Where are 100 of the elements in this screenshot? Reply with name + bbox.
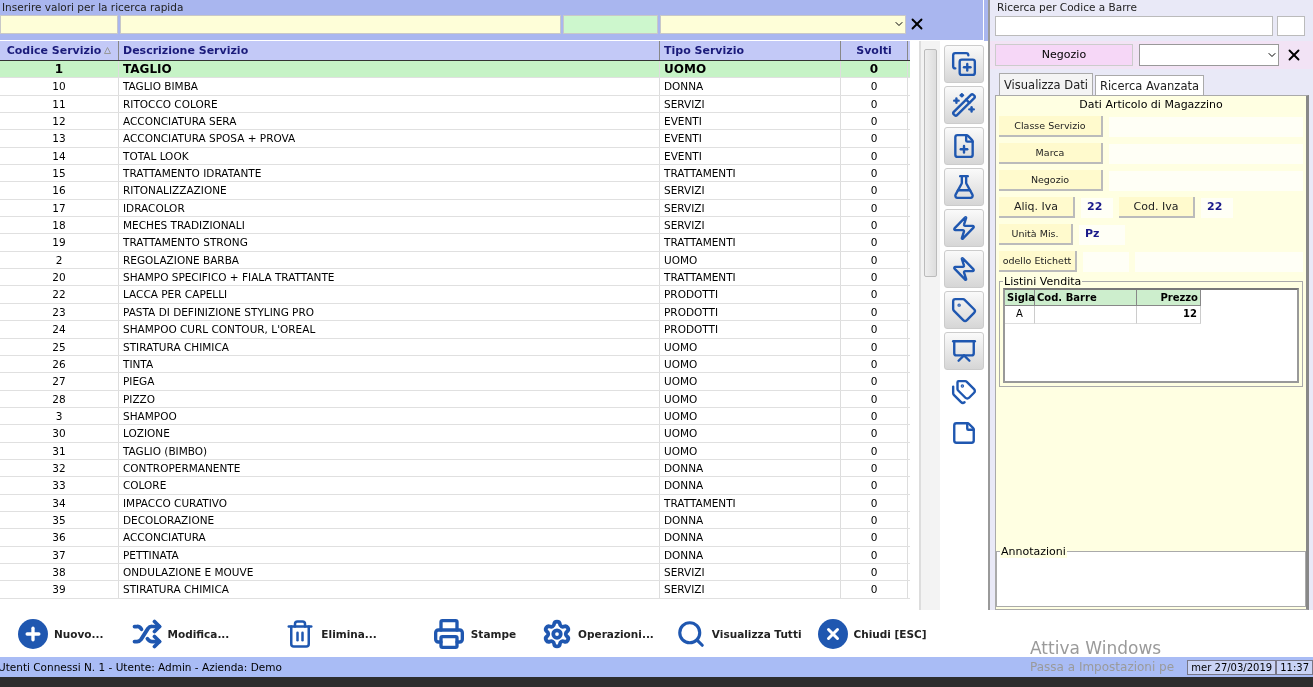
table-cell: 0	[841, 563, 908, 581]
table-row[interactable]: 27 PIEGA UOMO 0	[0, 373, 910, 391]
lightning-icon	[951, 215, 977, 241]
tool-button[interactable]	[944, 127, 984, 165]
table-cell: SHAMPOO	[119, 407, 660, 425]
tool-button[interactable]	[944, 209, 984, 247]
tab[interactable]: Ricerca Avanzata	[1094, 75, 1204, 95]
activation-title: Attiva Windows	[1030, 638, 1163, 658]
table-row[interactable]: 10 TAGLIO BIMBA DONNA 0	[0, 78, 910, 96]
column-header[interactable]: Codice Servizio	[0, 41, 119, 60]
column-header[interactable]: Tipo Servizio	[660, 41, 841, 60]
column-header[interactable]: Svolti	[841, 41, 908, 60]
field-label[interactable]: Negozio	[999, 170, 1103, 191]
table-cell: 38	[0, 563, 119, 581]
description-filter-field[interactable]	[120, 14, 561, 34]
table-cell: TRATTAMENTI	[660, 269, 841, 286]
value-field[interactable]: 22	[1201, 197, 1233, 218]
shop-label: Negozio	[995, 44, 1133, 66]
table-row[interactable]: 18 MECHES TRADIZIONALI SERVIZI 0	[0, 217, 910, 235]
table-cell: 20	[0, 269, 119, 286]
table-cell: 0	[841, 78, 908, 95]
field-label[interactable]: Marca	[999, 143, 1103, 164]
value-field[interactable]: 22	[1081, 197, 1113, 218]
toolbar-button[interactable]: Modifica...	[125, 614, 236, 653]
table-cell: PETTINATA	[119, 546, 660, 563]
table-cell: 37	[0, 546, 119, 563]
field-label[interactable]: Cod. Iva	[1119, 197, 1195, 218]
toolbar-button[interactable]: Stampe	[426, 614, 523, 653]
table-cell: A	[1005, 306, 1035, 324]
table-row[interactable]: 36 ACCONCIATURA DONNA 0	[0, 529, 910, 547]
tool-button[interactable]	[944, 168, 984, 206]
toolbar-button[interactable]: Nuovo...	[12, 614, 110, 653]
table-cell: 27	[0, 373, 119, 390]
tab[interactable]: Visualizza Dati	[999, 73, 1093, 95]
table-cell: 0	[841, 477, 908, 494]
toolbar-button[interactable]: Operazioni...	[536, 614, 660, 653]
printer-icon	[432, 617, 465, 650]
table-cell: ACCONCIATURA SPOSA + PROVA	[119, 130, 660, 147]
barcode-field[interactable]	[995, 15, 1273, 36]
table-row[interactable]: 15 TRATTAMENTO IDRATANTE TRATTAMENTI 0	[0, 165, 910, 183]
tool-button[interactable]	[944, 86, 984, 124]
type-filter-field[interactable]	[563, 14, 658, 34]
table-cell: 0	[841, 546, 908, 563]
tool-button[interactable]	[944, 332, 984, 370]
table-row[interactable]: 22 LACCA PER CAPELLI PRODOTTI 0	[0, 286, 910, 304]
field-label[interactable]: Aliq. Iva	[999, 197, 1075, 218]
flask-icon	[951, 174, 977, 200]
table-cell: 0	[841, 338, 908, 355]
code-filter-field[interactable]	[0, 14, 118, 34]
table-cell: ACCONCIATURA	[119, 529, 660, 546]
value-field[interactable]: Pz	[1079, 224, 1125, 245]
table-cell: 23	[0, 303, 119, 321]
table-row[interactable]: 24 SHAMPOO CURL CONTOUR, L'OREAL PRODOTTI 0	[0, 321, 910, 339]
tool-button[interactable]	[944, 250, 984, 288]
table-cell: STIRATURA CHIMICA	[119, 338, 660, 355]
file-plus-icon	[951, 133, 977, 159]
field-label[interactable]: odello Etichett	[999, 251, 1077, 272]
copy-plus-icon	[951, 51, 977, 77]
tags-icon	[951, 379, 977, 405]
table-cell: UOMO	[660, 407, 841, 425]
table-row[interactable]: 20 SHAMPO SPECIFICO + FIALA TRATTANTE TRATTAMENTI 0	[0, 269, 910, 287]
table-cell: EVENTI	[660, 130, 841, 147]
table-row[interactable]: 16 RITONALIZZAZIONE SERVIZI 0	[0, 182, 910, 200]
table-cell: 26	[0, 355, 119, 373]
barcode-extra-field[interactable]	[1277, 15, 1305, 36]
table-cell: TRATTAMENTO IDRATANTE	[119, 165, 660, 182]
field-label[interactable]: Unità Mis.	[999, 224, 1073, 245]
table-cell: 1	[0, 61, 119, 78]
table-cell: 0	[841, 165, 908, 182]
table-row[interactable]: 30 LOZIONE UOMO 0	[0, 425, 910, 443]
table-cell: TRATTAMENTI	[660, 234, 841, 251]
table-row[interactable]: 1 TAGLIO UOMO 0	[0, 61, 910, 79]
column-header[interactable]: Descrizione Servizio	[119, 41, 660, 60]
table-cell: 0	[841, 321, 908, 338]
shop-dropdown[interactable]	[1139, 44, 1279, 66]
table-cell: RITOCCO COLORE	[119, 95, 660, 113]
shuffle-icon	[131, 618, 162, 649]
close-icon	[817, 618, 848, 649]
field-label[interactable]: Classe Servizio	[999, 116, 1103, 137]
group-legend: Listini Vendita	[1003, 275, 1083, 288]
table-cell: 14	[0, 147, 119, 165]
toolbar-button[interactable]: Visualizza Tutti	[669, 614, 808, 653]
scrollbar[interactable]	[920, 41, 940, 610]
column-header: Prezzo	[1137, 290, 1201, 306]
table-row[interactable]: 13 ACCONCIATURA SPOSA + PROVA EVENTI 0	[0, 130, 910, 148]
table-row[interactable]: 19 TRATTAMENTO STRONG TRATTAMENTI 0	[0, 234, 910, 252]
toolbar-button[interactable]: Chiudi [ESC]	[811, 614, 933, 653]
table-cell: 0	[841, 494, 908, 511]
tool-button[interactable]	[944, 291, 984, 329]
table-row[interactable]: 39 STIRATURA CHIMICA SERVIZI 0	[0, 581, 910, 599]
table-cell: 25	[0, 338, 119, 355]
table-cell: UOMO	[660, 355, 841, 373]
toolbar-button[interactable]: Elimina...	[279, 614, 383, 653]
dropdown-field[interactable]	[660, 14, 906, 34]
table-cell: 13	[0, 130, 119, 147]
table-cell: 16	[0, 182, 119, 199]
tag-icon	[951, 297, 977, 323]
table-row[interactable]: 33 COLORE DONNA 0	[0, 477, 910, 495]
tool-button[interactable]	[944, 45, 984, 83]
table-row[interactable]: 12 ACCONCIATURA SERA EVENTI 0	[0, 113, 910, 131]
